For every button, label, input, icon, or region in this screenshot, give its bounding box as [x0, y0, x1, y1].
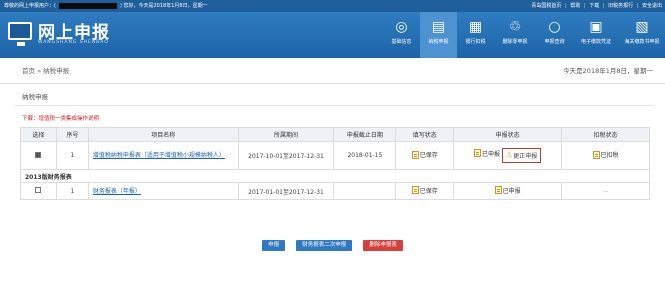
- clipboard-icon: ▤: [431, 19, 446, 35]
- declaration-table: 选择 序号 项目名称 所属期间 申报截止日期 填写状态 申报状态 扣税状态 1 …: [20, 127, 650, 200]
- document-icon: [494, 186, 502, 195]
- col-deadline: 申报截止日期: [333, 127, 397, 142]
- tax-status: --: [603, 187, 608, 195]
- financial-report-link[interactable]: 财务报表（年报）: [93, 187, 141, 196]
- greeting-suffix: ) 您好，今天是2018年1月8日，星期一: [119, 3, 208, 9]
- table-header-row: 选择 序号 项目名称 所属期间 申报截止日期 填写状态 申报状态 扣税状态: [20, 127, 650, 142]
- fill-status[interactable]: 已保存: [411, 186, 438, 195]
- search-icon: ○: [548, 19, 561, 35]
- col-period: 所属期间: [237, 127, 335, 142]
- col-tax-status: 扣税状态: [561, 127, 650, 142]
- person-circle-icon: ◎: [395, 19, 408, 35]
- document-icon: [411, 186, 419, 195]
- download-link[interactable]: 下载：增值税一类集成操作说明: [22, 114, 99, 122]
- row-checkbox[interactable]: [35, 187, 42, 193]
- top-bar: 尊敬的网上申报用户：( ) 您好，今天是2018年1月8日，星期一 青岛国税首页 …: [0, 0, 665, 12]
- link-home[interactable]: 青岛国税首页: [531, 3, 561, 9]
- correct-declare-button[interactable]: ⚠ 更正申报: [501, 148, 542, 163]
- row-seq: 1: [55, 182, 89, 200]
- col-seq: 序号: [55, 127, 89, 142]
- col-fill-status: 填写状态: [395, 127, 455, 142]
- col-declare-status: 申报状态: [453, 127, 563, 142]
- page: 尊敬的网上申报用户：( ) 您好，今天是2018年1月8日，星期一 青岛国税首页 …: [0, 0, 665, 294]
- group-row: 2013版财务报表: [20, 169, 650, 183]
- financial-second-declare-button[interactable]: 财务报表二次申报: [296, 240, 353, 251]
- row-period: 2017-10-01至2017-12-31: [237, 141, 335, 170]
- row-period: 2017-01-01至2017-12-31: [237, 182, 335, 200]
- document-icon: [592, 150, 600, 159]
- receipt-icon: ▧: [635, 19, 649, 35]
- link-download[interactable]: 下载: [589, 3, 599, 9]
- declare-button[interactable]: 申报: [262, 240, 286, 251]
- document-icon: [411, 150, 419, 159]
- row-checkbox[interactable]: [35, 151, 42, 158]
- nav-basic-info[interactable]: ◎ 基础信息: [383, 12, 420, 58]
- nav-e-voucher[interactable]: ▣ 电子缴款凭证: [573, 12, 619, 58]
- row-seq: 1: [55, 141, 89, 170]
- today-date: 今天是2018年1月8日，星期一: [563, 67, 653, 75]
- col-name: 项目名称: [87, 127, 239, 142]
- table-row: 1 增值税纳税申报表（适用于增值税小规模纳税人） 2017-10-01至2017…: [20, 141, 650, 170]
- greeting-prefix: 尊敬的网上申报用户：(: [4, 3, 56, 9]
- nav-query[interactable]: ○ 申报查询: [536, 12, 573, 58]
- main-nav: ◎ 基础信息 ▤ 纳税申报 ▦ 银行扣税 ♲ 删除零申报 ○ 申报查询 ▣ 电子…: [383, 12, 665, 58]
- nav-customs[interactable]: ▧ 海关缴款书申报: [619, 12, 665, 58]
- nav-bank-deduct[interactable]: ▦ 银行扣税: [457, 12, 494, 58]
- nav-tax-declare[interactable]: ▤ 纳税申报: [420, 12, 457, 58]
- breadcrumb[interactable]: 首页 » 纳税申报: [22, 58, 69, 84]
- table-row: 1 财务报表（年报） 2017-01-01至2017-12-31 已保存 已申报…: [20, 182, 650, 200]
- vat-return-link[interactable]: 增值税纳税申报表（适用于增值税小规模纳税人）: [93, 151, 225, 160]
- link-help[interactable]: 帮助: [570, 3, 580, 9]
- greeting: 尊敬的网上申报用户：( ) 您好，今天是2018年1月8日，星期一: [4, 0, 208, 12]
- tax-status[interactable]: 已扣税: [592, 150, 619, 159]
- fill-status[interactable]: 已保存: [411, 150, 438, 159]
- link-old-system[interactable]: 旧税务报行: [608, 3, 633, 9]
- breadcrumb-bar: 首页 » 纳税申报 今天是2018年1月8日，星期一: [0, 58, 665, 84]
- action-buttons: 申报 财务报表二次申报 删除申报表: [0, 231, 665, 251]
- top-links: 青岛国税首页 | 帮助 | 下载 | 旧税务报行 | 安全退出: [531, 3, 662, 9]
- declare-status[interactable]: 已申报: [494, 186, 521, 195]
- monitor-icon: [8, 22, 32, 46]
- header: 网上申报 WANGSHANG SHENBAO ◎ 基础信息 ▤ 纳税申报 ▦ 银…: [0, 12, 665, 58]
- nav-delete-zero[interactable]: ♲ 删除零申报: [494, 12, 536, 58]
- trash-icon: ♲: [508, 19, 522, 35]
- logo: 网上申报 WANGSHANG SHENBAO: [8, 18, 128, 52]
- row-deadline: [333, 182, 397, 200]
- link-logout[interactable]: 安全退出: [642, 3, 662, 9]
- warning-icon: ⚠: [505, 151, 513, 159]
- declare-status[interactable]: 已申报: [474, 149, 500, 158]
- document-icon: [474, 149, 482, 157]
- delete-declaration-button[interactable]: 删除申报表: [363, 240, 403, 251]
- grid-icon: ▦: [468, 19, 483, 35]
- document-icon: ▣: [589, 19, 603, 35]
- redacted-username: [58, 2, 117, 9]
- section-title: 纳税申报: [14, 88, 654, 106]
- row-deadline: 2018-01-15: [333, 141, 397, 170]
- app-subtitle: WANGSHANG SHENBAO: [38, 40, 109, 45]
- col-select: 选择: [20, 127, 57, 142]
- group-title: 2013版财务报表: [20, 169, 650, 183]
